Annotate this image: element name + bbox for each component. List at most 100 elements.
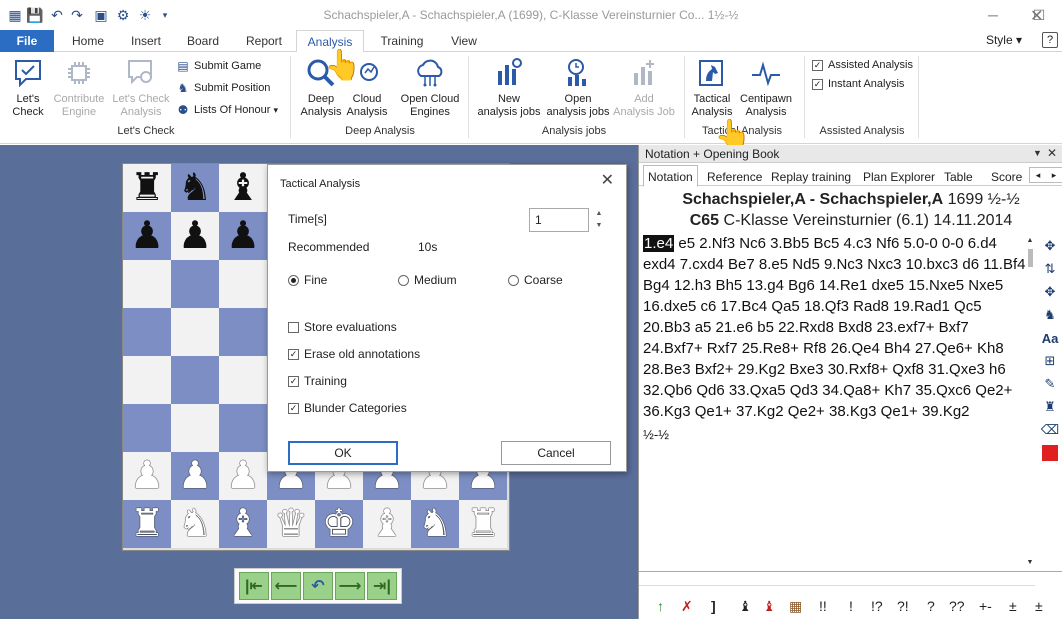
white-pawn-icon[interactable]: ♟ (178, 457, 212, 495)
checkbox-checked[interactable]: ✓ (812, 78, 823, 90)
pen-icon[interactable]: ✎ (1039, 373, 1061, 395)
spin-up-icon[interactable]: ▲ (593, 208, 605, 219)
black-bishop-icon[interactable]: ♝ (226, 169, 260, 207)
instant-analysis-checkbox[interactable]: ✓ Instant Analysis (812, 78, 904, 90)
annotation-good[interactable]: ! (849, 598, 853, 614)
checkbox-checked[interactable]: ✓ (812, 59, 823, 71)
swap-variation-icon[interactable]: ⇅ (1039, 258, 1061, 280)
panel-menu-icon[interactable]: ▼ (1033, 148, 1042, 158)
white-rook-icon[interactable]: ♜ (130, 505, 164, 543)
submit-game-button[interactable]: ▤ Submit Game (176, 59, 261, 73)
first-move-icon[interactable]: |⇤ (239, 572, 269, 600)
white-bishop-icon[interactable]: ♝ (226, 505, 260, 543)
move-list[interactable]: 1.e4 e5 2.Nf3 Nc6 3.Bb5 Bc5 4.c3 Nf6 5.0… (643, 233, 1031, 445)
tab-reference[interactable]: Reference (707, 167, 762, 186)
eraser-icon[interactable]: ⌫ (1039, 419, 1061, 441)
black-pawn-icon[interactable]: ♟ (178, 217, 212, 255)
lists-of-honour-button[interactable]: ⚉ Lists Of Honour ▾ (176, 103, 278, 117)
board-square[interactable] (171, 356, 219, 404)
white-rook-icon[interactable]: ♜ (466, 505, 500, 543)
board-square[interactable] (219, 404, 267, 452)
undo-move-icon[interactable]: ↶ (303, 572, 333, 600)
close-icon[interactable]: ✕ (601, 170, 614, 190)
spin-down-icon[interactable]: ▼ (593, 220, 605, 231)
board-square[interactable]: ♟ (219, 212, 267, 260)
contribute-engine-button[interactable]: Contribute Engine (50, 56, 108, 119)
minimize-button[interactable]: ─ (970, 4, 1016, 26)
close-window-button[interactable]: ✕ (1030, 6, 1043, 26)
tab-scroll[interactable]: ◂ ▸ (1029, 167, 1062, 183)
radio-coarse[interactable]: Coarse (508, 273, 563, 287)
insert-move-icon[interactable]: ✥ (1039, 235, 1061, 257)
board-square[interactable] (123, 260, 171, 308)
board-square[interactable]: ♛ (267, 500, 315, 548)
scroll-up-icon[interactable]: ▲ (1024, 235, 1036, 245)
white-queen-icon[interactable]: ♛ (274, 505, 308, 543)
notation-scrollbar[interactable]: ▲ ▼ (1024, 235, 1036, 571)
annotation-mistake[interactable]: ? (927, 598, 935, 614)
last-move-icon[interactable]: ⇥| (367, 572, 397, 600)
font-icon[interactable]: Aa (1039, 327, 1061, 349)
training-checkbox[interactable]: ✓ Training (288, 374, 347, 388)
horizontal-scrollbar[interactable] (639, 574, 1035, 586)
promote-variation-icon[interactable]: ✥ (1039, 281, 1061, 303)
board-square[interactable] (171, 404, 219, 452)
panel-close-icon[interactable]: ✕ (1047, 146, 1057, 160)
annotation-winning[interactable]: +- (979, 598, 992, 614)
board-square[interactable] (123, 404, 171, 452)
board-square[interactable]: ♞ (411, 500, 459, 548)
store-evaluations-checkbox[interactable]: Store evaluations (288, 320, 397, 334)
board-square[interactable] (219, 308, 267, 356)
board-square[interactable]: ♞ (171, 500, 219, 548)
board-square[interactable]: ♝ (219, 164, 267, 212)
board-square[interactable] (123, 308, 171, 356)
tab-notation[interactable]: Notation (643, 165, 698, 187)
tab-insert[interactable]: Insert (122, 30, 170, 52)
help-button[interactable]: ? (1042, 32, 1058, 48)
time-spinner[interactable]: 1 ▲ ▼ (529, 208, 606, 232)
radio-medium[interactable]: Medium (398, 273, 457, 287)
scroll-down-icon[interactable]: ▼ (1024, 557, 1036, 567)
tab-scroll-right-icon[interactable]: ▸ (1046, 168, 1062, 182)
current-move[interactable]: 1.e4 (643, 235, 675, 252)
board-square[interactable]: ♝ (363, 500, 411, 548)
tab-scroll-left-icon[interactable]: ◂ (1030, 168, 1046, 182)
annotation-advantage[interactable]: ± (1009, 598, 1017, 614)
tree-icon[interactable]: ⊞ (1039, 350, 1061, 372)
board-square[interactable]: ♟ (171, 452, 219, 500)
board-square[interactable] (219, 356, 267, 404)
open-cloud-engines-button[interactable]: Open Cloud Engines (396, 56, 464, 119)
black-rook-icon[interactable]: ♜ (130, 169, 164, 207)
board-square[interactable]: ♟ (171, 212, 219, 260)
red-piece-icon[interactable]: ♝ (763, 598, 776, 615)
black-knight-icon[interactable]: ♞ (178, 169, 212, 207)
tab-replay-training[interactable]: Replay training (771, 167, 851, 186)
blunder-categories-checkbox[interactable]: ✓ Blunder Categories (288, 401, 407, 415)
white-pawn-icon[interactable]: ♟ (130, 457, 164, 495)
board-square[interactable]: ♜ (459, 500, 507, 548)
board-square[interactable] (219, 260, 267, 308)
annotation-blunder[interactable]: ?? (949, 598, 965, 614)
board-pieces-icon[interactable]: ▦ (789, 598, 802, 615)
board-square[interactable]: ♜ (123, 164, 171, 212)
tab-report[interactable]: Report (238, 30, 290, 52)
board-square[interactable]: ♜ (123, 500, 171, 548)
arrow-up-icon[interactable]: ↑ (657, 598, 664, 614)
white-knight-icon[interactable]: ♞ (418, 505, 452, 543)
tab-home[interactable]: Home (64, 30, 112, 52)
style-menu[interactable]: Style ▾ (986, 33, 1022, 47)
centipawn-analysis-button[interactable]: Centipawn Analysis (736, 56, 796, 119)
white-king-icon[interactable]: ♚ (322, 505, 356, 543)
white-pawn-icon[interactable]: ♟ (226, 457, 260, 495)
black-pawn-icon[interactable]: ♟ (130, 217, 164, 255)
pieces-icon[interactable]: ♜ (1039, 396, 1061, 418)
annotation-advantage-2[interactable]: ± (1035, 598, 1043, 614)
black-piece-icon[interactable]: ♝ (739, 598, 752, 615)
board-square[interactable]: ♟ (219, 452, 267, 500)
moves-text[interactable]: e5 2.Nf3 Nc6 3.Bb5 Bc5 4.c3 Nf6 5.0-0 0-… (643, 235, 1025, 420)
new-analysis-jobs-button[interactable]: New analysis jobs (474, 56, 544, 119)
board-square[interactable] (171, 308, 219, 356)
annotation-brilliant[interactable]: !! (819, 598, 827, 614)
board-square[interactable]: ♟ (123, 452, 171, 500)
erase-old-annotations-checkbox[interactable]: ✓ Erase old annotations (288, 347, 420, 361)
